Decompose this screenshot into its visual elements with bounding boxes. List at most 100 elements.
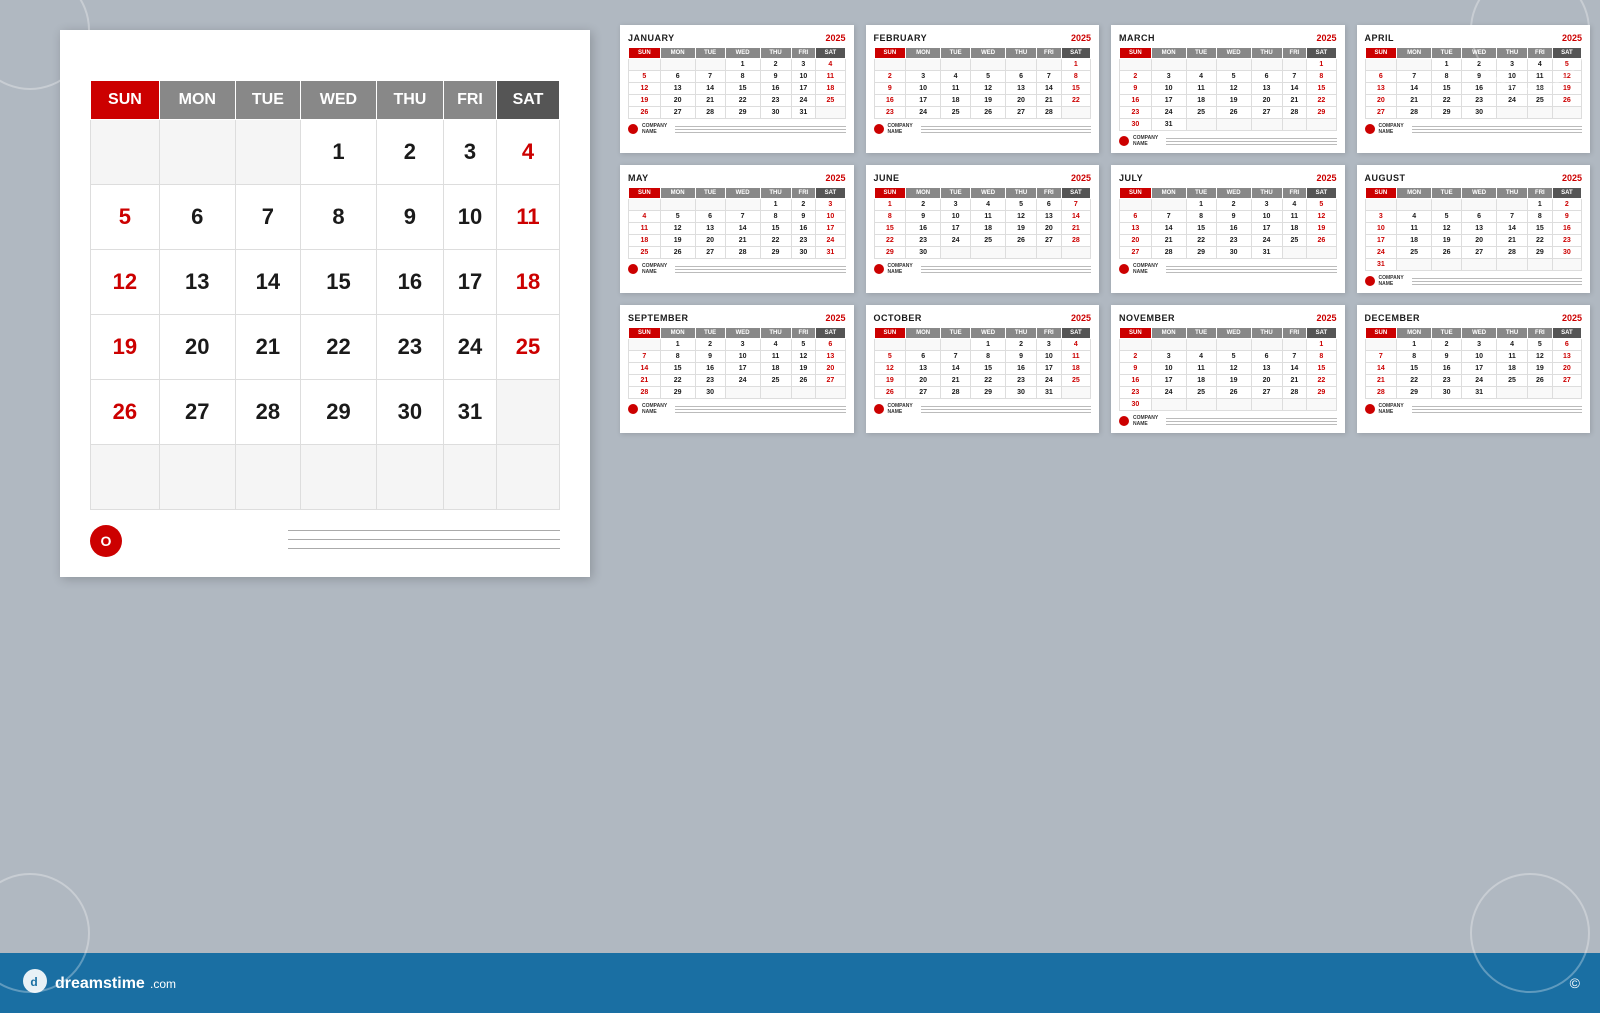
small-day-cell xyxy=(1365,339,1397,351)
company-line-1 xyxy=(288,530,560,531)
small-day-cell: 24 xyxy=(1462,375,1497,387)
small-day-cell: 28 xyxy=(629,387,661,399)
small-header-sun: SUN xyxy=(874,188,906,199)
company-lines xyxy=(288,530,560,549)
small-day-cell: 14 xyxy=(695,83,725,95)
small-day-cell: 26 xyxy=(1216,387,1251,399)
small-day-cell: 8 xyxy=(1061,71,1090,83)
small-day-cell: 4 xyxy=(1061,339,1090,351)
small-header-wed: WED xyxy=(1216,188,1251,199)
small-day-cell: 28 xyxy=(725,247,760,259)
main-day-cell: 30 xyxy=(376,380,443,445)
small-cal-grid: SUNMONTUEWEDTHUFRISAT1234567891011121314… xyxy=(1119,187,1337,259)
small-day-cell: 22 xyxy=(1397,375,1432,387)
main-day-cell: 20 xyxy=(159,315,235,380)
small-day-cell: 3 xyxy=(791,59,816,71)
small-day-cell: 16 xyxy=(1552,223,1581,235)
small-day-cell: 21 xyxy=(1282,95,1307,107)
small-day-cell: 7 xyxy=(1037,71,1062,83)
main-day-cell: 24 xyxy=(443,315,496,380)
small-day-cell: 7 xyxy=(1365,351,1397,363)
small-day-cell: 30 xyxy=(906,247,941,259)
small-week-row: 567891011 xyxy=(874,351,1091,363)
small-day-cell: 19 xyxy=(1552,83,1581,95)
small-company-line xyxy=(1412,126,1582,127)
small-header-tue: TUE xyxy=(1432,188,1462,199)
small-week-row: 1 xyxy=(1120,339,1337,351)
small-day-cell: 18 xyxy=(816,83,845,95)
small-day-cell: 28 xyxy=(1497,247,1528,259)
small-day-cell: 1 xyxy=(760,199,791,211)
main-day-cell: 26 xyxy=(91,380,160,445)
small-day-cell: 23 xyxy=(1120,387,1152,399)
small-day-cell xyxy=(906,339,941,351)
main-day-cell: 10 xyxy=(443,185,496,250)
small-day-cell: 15 xyxy=(1307,83,1336,95)
small-day-cell: 3 xyxy=(725,339,760,351)
small-day-cell: 30 xyxy=(1120,399,1152,411)
small-day-cell: 2 xyxy=(791,199,816,211)
main-day-cell: 17 xyxy=(443,250,496,315)
small-header-sun: SUN xyxy=(629,48,661,59)
small-day-cell xyxy=(1497,387,1528,399)
small-week-row: 891011121314 xyxy=(874,211,1091,223)
small-day-cell: 29 xyxy=(1432,107,1462,119)
small-day-cell xyxy=(725,387,760,399)
small-cal-month-name: JANUARY xyxy=(628,33,675,43)
small-week-row: 1234567 xyxy=(874,199,1091,211)
small-calendar-november: NOVEMBER2025SUNMONTUEWEDTHUFRISAT1234567… xyxy=(1111,305,1345,433)
small-day-cell xyxy=(1497,259,1528,271)
small-header-sat: SAT xyxy=(1552,188,1581,199)
small-header-mon: MON xyxy=(1151,188,1186,199)
small-week-row: 9101112131415 xyxy=(1120,83,1337,95)
small-company-logo-icon xyxy=(874,124,884,134)
small-day-cell: 7 xyxy=(1497,211,1528,223)
small-day-cell: 8 xyxy=(971,351,1006,363)
small-company-line xyxy=(1412,409,1582,410)
small-day-cell xyxy=(1552,387,1581,399)
small-cal-header: JULY2025 xyxy=(1119,173,1337,183)
small-company-line xyxy=(1412,129,1582,130)
small-day-cell: 22 xyxy=(1186,235,1216,247)
small-week-row: 1234 xyxy=(874,339,1091,351)
svg-text:.com: .com xyxy=(150,977,176,991)
small-day-cell: 24 xyxy=(1151,107,1186,119)
small-day-cell: 2 xyxy=(1216,199,1251,211)
small-day-cell: 18 xyxy=(971,223,1006,235)
small-day-cell: 18 xyxy=(760,363,791,375)
small-day-cell xyxy=(1552,107,1581,119)
main-day-cell: 12 xyxy=(91,250,160,315)
small-day-cell: 2 xyxy=(906,199,941,211)
small-company-line xyxy=(921,126,1091,127)
small-week-row: 1 xyxy=(1120,59,1337,71)
small-day-cell: 18 xyxy=(629,235,661,247)
small-header-fri: FRI xyxy=(1037,328,1062,339)
small-day-cell: 15 xyxy=(1397,363,1432,375)
small-day-cell: 1 xyxy=(660,339,695,351)
small-day-cell: 3 xyxy=(1251,199,1282,211)
small-header-fri: FRI xyxy=(1282,48,1307,59)
small-day-cell: 10 xyxy=(1151,83,1186,95)
small-cal-grid: SUNMONTUEWEDTHUFRISAT1234567891011121314… xyxy=(628,327,846,399)
small-week-row: 10111213141516 xyxy=(1365,223,1582,235)
small-day-cell: 6 xyxy=(660,71,695,83)
small-day-cell xyxy=(1307,247,1336,259)
small-week-row: 23242526272829 xyxy=(1120,387,1337,399)
main-day-cell xyxy=(376,445,443,510)
small-day-cell xyxy=(1365,199,1397,211)
small-day-cell: 14 xyxy=(725,223,760,235)
main-day-cell: 25 xyxy=(496,315,559,380)
small-day-cell: 18 xyxy=(941,95,971,107)
small-day-cell: 7 xyxy=(1151,211,1186,223)
small-day-cell: 16 xyxy=(1120,95,1152,107)
small-header-mon: MON xyxy=(1397,48,1432,59)
small-day-cell: 8 xyxy=(874,211,906,223)
small-day-cell: 8 xyxy=(660,351,695,363)
small-day-cell: 16 xyxy=(906,223,941,235)
small-day-cell: 20 xyxy=(1037,223,1062,235)
small-day-cell: 1 xyxy=(1397,339,1432,351)
small-day-cell: 26 xyxy=(660,247,695,259)
small-header-sun: SUN xyxy=(1120,188,1152,199)
small-day-cell: 5 xyxy=(660,211,695,223)
small-day-cell: 14 xyxy=(1365,363,1397,375)
